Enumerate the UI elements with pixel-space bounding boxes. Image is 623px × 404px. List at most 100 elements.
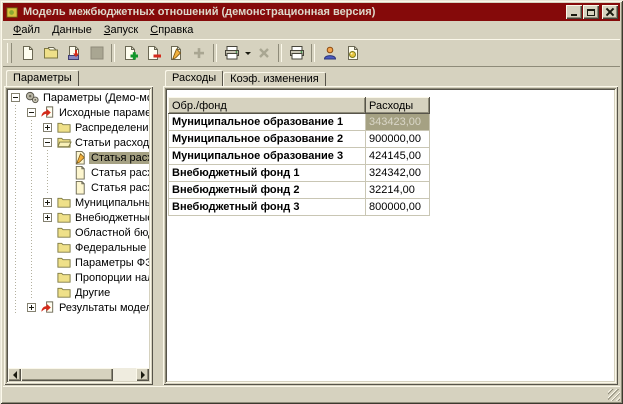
scroll-right-button[interactable]: [136, 368, 149, 381]
tree-indent-line: [40, 180, 56, 195]
print-preview-button[interactable]: [220, 42, 243, 64]
page-icon: [72, 165, 89, 180]
menu-file[interactable]: Файл: [7, 22, 46, 38]
minimize-button[interactable]: [566, 5, 582, 19]
tree-item[interactable]: Статья расходов 2: [8, 165, 149, 180]
menu-data[interactable]: Данные: [46, 22, 98, 38]
tree-item-label: Муниципальные обра: [73, 197, 149, 209]
tree-indent-line: [24, 150, 40, 165]
fund-name-cell[interactable]: Муниципальное образование 2: [169, 131, 366, 148]
close-button[interactable]: [602, 5, 618, 19]
resize-grip[interactable]: [608, 389, 620, 401]
save-icon: [66, 45, 82, 61]
fund-name-cell[interactable]: Внебюджетный фонд 2: [169, 182, 366, 199]
save-record-button[interactable]: [62, 42, 85, 64]
menu-run[interactable]: Запуск: [98, 22, 144, 38]
print-preview-dropdown[interactable]: [243, 42, 252, 64]
folder-icon: [56, 195, 73, 210]
open-model-button[interactable]: [39, 42, 62, 64]
print-button[interactable]: [285, 42, 308, 64]
tree-item[interactable]: Областной бюджет: [8, 225, 149, 240]
title-bar[interactable]: Модель межбюджетных отношений (демонстра…: [3, 3, 620, 21]
model-gears-icon: [24, 90, 41, 105]
fund-name-cell[interactable]: Внебюджетный фонд 3: [169, 199, 366, 216]
input-params-icon: [40, 105, 57, 120]
expand-plus-icon[interactable]: [43, 123, 52, 132]
folder-icon: [56, 225, 73, 240]
tree-item[interactable]: Статьи расходов: [8, 135, 149, 150]
expenses-table: Обр./фондРасходыМуниципальное образовани…: [168, 97, 430, 216]
tree-item[interactable]: Исходные параметры: [8, 105, 149, 120]
arrow-left-icon: [9, 371, 17, 379]
blank-disabled-button: [85, 42, 108, 64]
collapse-minus-icon[interactable]: [27, 108, 36, 117]
user-info-button[interactable]: [318, 42, 341, 64]
tree-horizontal-scrollbar[interactable]: [8, 368, 149, 381]
collapse-minus-icon[interactable]: [11, 93, 20, 102]
tree-item-label: Статья расходов 1: [89, 152, 149, 164]
expense-value-cell[interactable]: 343423,00: [366, 114, 430, 131]
fund-name-cell[interactable]: Внебюджетный фонд 1: [169, 165, 366, 182]
scrollbar-track[interactable]: [113, 368, 136, 381]
new-document-button[interactable]: [16, 42, 39, 64]
tree-indent-line: [8, 195, 24, 210]
edit-record-button[interactable]: [164, 42, 187, 64]
fund-name-cell[interactable]: Муниципальное образование 3: [169, 148, 366, 165]
table-row: Внебюджетный фонд 3800000,00: [169, 199, 430, 216]
toolbar-separator: [311, 44, 315, 62]
page-icon: [72, 180, 89, 195]
data-panel: РасходыКоэф. изменения Обр./фондРасходыМ…: [163, 68, 618, 385]
table-row: Внебюджетный фонд 232214,00: [169, 182, 430, 199]
tree-item[interactable]: Статья расходов 1: [8, 150, 149, 165]
tab-parameters[interactable]: Параметры: [6, 70, 79, 86]
tree-indent-line: [8, 225, 24, 240]
folder-icon: [56, 120, 73, 135]
tree-item[interactable]: Муниципальные обра: [8, 195, 149, 210]
tree-item[interactable]: Параметры (Демо-модель-2.: [8, 90, 149, 105]
scroll-left-button[interactable]: [8, 368, 21, 381]
tab-expenses[interactable]: Расходы: [165, 70, 223, 86]
about-help-button[interactable]: [341, 42, 364, 64]
tree-item[interactable]: Пропорции налогов: [8, 270, 149, 285]
tree-item[interactable]: Статья расходов 3: [8, 180, 149, 195]
add-record-button[interactable]: [118, 42, 141, 64]
tree-item[interactable]: Параметры ФЭР: [8, 255, 149, 270]
scrollbar-thumb[interactable]: [21, 368, 113, 381]
page-edit-icon: [72, 150, 89, 165]
tab-change-coefficients[interactable]: Коэф. изменения: [223, 72, 326, 86]
expense-value-cell[interactable]: 900000,00: [366, 131, 430, 148]
fund-name-cell[interactable]: Муниципальное образование 1: [169, 114, 366, 131]
toolbar-grip[interactable]: [7, 43, 12, 63]
tree-indent-line: [8, 285, 24, 300]
expense-value-cell[interactable]: 800000,00: [366, 199, 430, 216]
tree-item[interactable]: Другие: [8, 285, 149, 300]
tree-item[interactable]: Федеральные трансф: [8, 240, 149, 255]
tree-item[interactable]: Распределение налог: [8, 120, 149, 135]
tree-item[interactable]: Внебюджетные фонд: [8, 210, 149, 225]
about-icon: [345, 45, 361, 61]
expand-plus-icon[interactable]: [43, 198, 52, 207]
collapse-minus-icon[interactable]: [43, 138, 52, 147]
folder-icon: [56, 255, 73, 270]
expense-value-cell[interactable]: 32214,00: [366, 182, 430, 199]
table-row: Муниципальное образование 3424145,00: [169, 148, 430, 165]
delete-record-button[interactable]: [141, 42, 164, 64]
column-header-expenses[interactable]: Расходы: [366, 98, 430, 114]
add-disabled-button: [187, 42, 210, 64]
toolbar-separator: [278, 44, 282, 62]
tree-indent-line: [8, 180, 24, 195]
expense-value-cell[interactable]: 424145,00: [366, 148, 430, 165]
expand-plus-icon[interactable]: [43, 213, 52, 222]
expenses-page: Обр./фондРасходыМуниципальное образовани…: [163, 86, 618, 385]
menu-help[interactable]: Справка: [144, 22, 199, 38]
tree-indent-line: [24, 270, 40, 285]
column-header-fund[interactable]: Обр./фонд: [169, 98, 366, 114]
app-icon: [5, 5, 20, 20]
tree-item[interactable]: Результаты моделирован: [8, 300, 149, 315]
folder-icon: [56, 240, 73, 255]
maximize-button[interactable]: [583, 5, 599, 19]
expense-value-cell[interactable]: 324342,00: [366, 165, 430, 182]
toolbar-separator: [213, 44, 217, 62]
folder-icon: [56, 210, 73, 225]
expand-plus-icon[interactable]: [27, 303, 36, 312]
